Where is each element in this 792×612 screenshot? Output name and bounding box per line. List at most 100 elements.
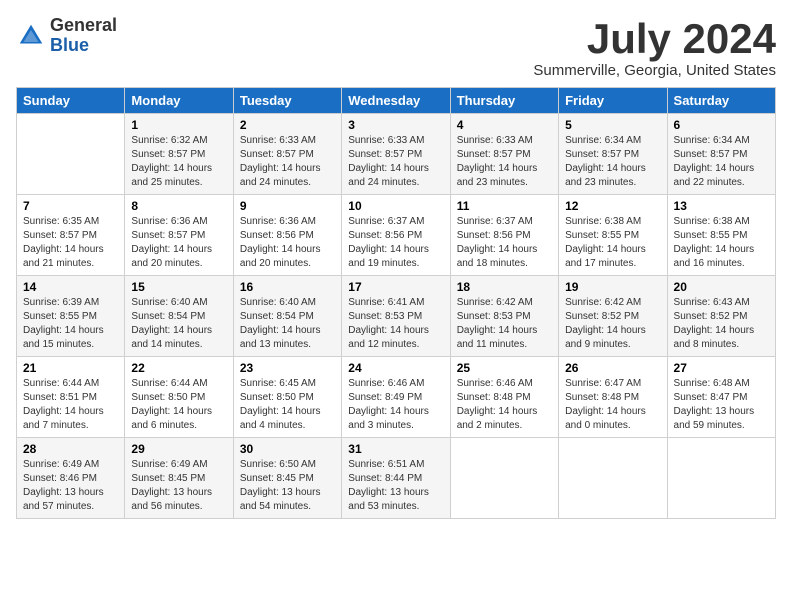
- calendar-cell: 24 Sunrise: 6:46 AM Sunset: 8:49 PM Dayli…: [342, 357, 450, 438]
- day-info: Sunrise: 6:33 AM Sunset: 8:57 PM Dayligh…: [240, 134, 335, 190]
- calendar-cell: 14Sunrise: 6:39 AM Sunset: 8:55 PM Dayli…: [17, 276, 125, 357]
- day-info: Sunrise: 6:33 AM Sunset: 8:57 PM Dayligh…: [348, 134, 443, 190]
- day-number: 22: [131, 361, 226, 375]
- calendar-cell: [667, 438, 775, 519]
- weekday-header: Sunday: [17, 88, 125, 114]
- calendar-cell: 20 Sunrise: 6:43 AM Sunset: 8:52 PM Dayli…: [667, 276, 775, 357]
- calendar-table: SundayMondayTuesdayWednesdayThursdayFrid…: [16, 87, 776, 519]
- calendar-cell: 10 Sunrise: 6:37 AM Sunset: 8:56 PM Dayli…: [342, 195, 450, 276]
- calendar-cell: 28 Sunrise: 6:49 AM Sunset: 8:46 PM Dayli…: [17, 438, 125, 519]
- calendar-cell: 9 Sunrise: 6:36 AM Sunset: 8:56 PM Daylig…: [233, 195, 341, 276]
- day-info: Sunrise: 6:40 AM Sunset: 8:54 PM Dayligh…: [131, 296, 226, 352]
- day-info: Sunrise: 6:46 AM Sunset: 8:49 PM Dayligh…: [348, 377, 443, 433]
- day-number: 17: [348, 280, 443, 294]
- logo-general: General: [50, 15, 117, 35]
- day-number: 24: [348, 361, 443, 375]
- day-info: Sunrise: 6:40 AM Sunset: 8:54 PM Dayligh…: [240, 296, 335, 352]
- day-info: Sunrise: 6:49 AM Sunset: 8:45 PM Dayligh…: [131, 458, 226, 514]
- weekday-header: Wednesday: [342, 88, 450, 114]
- weekday-header: Saturday: [667, 88, 775, 114]
- day-number: 1: [131, 118, 226, 132]
- day-number: 26: [565, 361, 660, 375]
- calendar-cell: 5 Sunrise: 6:34 AM Sunset: 8:57 PM Daylig…: [559, 114, 667, 195]
- day-info: Sunrise: 6:51 AM Sunset: 8:44 PM Dayligh…: [348, 458, 443, 514]
- day-info: Sunrise: 6:41 AM Sunset: 8:53 PM Dayligh…: [348, 296, 443, 352]
- day-info: Sunrise: 6:37 AM Sunset: 8:56 PM Dayligh…: [348, 215, 443, 271]
- calendar-cell: 15 Sunrise: 6:40 AM Sunset: 8:54 PM Dayli…: [125, 276, 233, 357]
- location: Summerville, Georgia, United States: [533, 62, 776, 79]
- day-info: Sunrise: 6:45 AM Sunset: 8:50 PM Dayligh…: [240, 377, 335, 433]
- logo: General Blue: [16, 16, 117, 56]
- day-number: 25: [457, 361, 552, 375]
- day-number: 2: [240, 118, 335, 132]
- day-number: 9: [240, 199, 335, 213]
- calendar-cell: 22 Sunrise: 6:44 AM Sunset: 8:50 PM Dayli…: [125, 357, 233, 438]
- calendar-cell: 16 Sunrise: 6:40 AM Sunset: 8:54 PM Dayli…: [233, 276, 341, 357]
- day-info: Sunrise: 6:39 AM Sunset: 8:55 PM Dayligh…: [23, 296, 118, 352]
- day-number: 18: [457, 280, 552, 294]
- day-number: 27: [674, 361, 769, 375]
- day-info: Sunrise: 6:47 AM Sunset: 8:48 PM Dayligh…: [565, 377, 660, 433]
- day-number: 8: [131, 199, 226, 213]
- calendar-week-row: 1 Sunrise: 6:32 AM Sunset: 8:57 PM Daylig…: [17, 114, 776, 195]
- day-number: 4: [457, 118, 552, 132]
- day-info: Sunrise: 6:32 AM Sunset: 8:57 PM Dayligh…: [131, 134, 226, 190]
- day-number: 16: [240, 280, 335, 294]
- day-info: Sunrise: 6:34 AM Sunset: 8:57 PM Dayligh…: [565, 134, 660, 190]
- day-info: Sunrise: 6:50 AM Sunset: 8:45 PM Dayligh…: [240, 458, 335, 514]
- day-info: Sunrise: 6:38 AM Sunset: 8:55 PM Dayligh…: [565, 215, 660, 271]
- calendar-week-row: 7Sunrise: 6:35 AM Sunset: 8:57 PM Daylig…: [17, 195, 776, 276]
- calendar-cell: 8Sunrise: 6:36 AM Sunset: 8:57 PM Daylig…: [125, 195, 233, 276]
- calendar-cell: 25 Sunrise: 6:46 AM Sunset: 8:48 PM Dayli…: [450, 357, 558, 438]
- weekday-header: Tuesday: [233, 88, 341, 114]
- logo-text: General Blue: [50, 16, 117, 56]
- day-number: 29: [131, 442, 226, 456]
- day-info: Sunrise: 6:49 AM Sunset: 8:46 PM Dayligh…: [23, 458, 118, 514]
- calendar-cell: 26 Sunrise: 6:47 AM Sunset: 8:48 PM Dayli…: [559, 357, 667, 438]
- day-number: 10: [348, 199, 443, 213]
- calendar-cell: 27 Sunrise: 6:48 AM Sunset: 8:47 PM Dayli…: [667, 357, 775, 438]
- calendar-cell: 7Sunrise: 6:35 AM Sunset: 8:57 PM Daylig…: [17, 195, 125, 276]
- day-number: 23: [240, 361, 335, 375]
- day-number: 3: [348, 118, 443, 132]
- day-number: 12: [565, 199, 660, 213]
- day-info: Sunrise: 6:46 AM Sunset: 8:48 PM Dayligh…: [457, 377, 552, 433]
- day-number: 15: [131, 280, 226, 294]
- day-info: Sunrise: 6:44 AM Sunset: 8:50 PM Dayligh…: [131, 377, 226, 433]
- day-number: 11: [457, 199, 552, 213]
- day-info: Sunrise: 6:42 AM Sunset: 8:53 PM Dayligh…: [457, 296, 552, 352]
- calendar-cell: 1 Sunrise: 6:32 AM Sunset: 8:57 PM Daylig…: [125, 114, 233, 195]
- day-number: 13: [674, 199, 769, 213]
- calendar-cell: 17 Sunrise: 6:41 AM Sunset: 8:53 PM Dayli…: [342, 276, 450, 357]
- calendar-week-row: 28 Sunrise: 6:49 AM Sunset: 8:46 PM Dayli…: [17, 438, 776, 519]
- calendar-cell: [17, 114, 125, 195]
- calendar-header-row: SundayMondayTuesdayWednesdayThursdayFrid…: [17, 88, 776, 114]
- day-info: Sunrise: 6:34 AM Sunset: 8:57 PM Dayligh…: [674, 134, 769, 190]
- day-info: Sunrise: 6:33 AM Sunset: 8:57 PM Dayligh…: [457, 134, 552, 190]
- calendar-body: 1 Sunrise: 6:32 AM Sunset: 8:57 PM Daylig…: [17, 114, 776, 519]
- day-number: 20: [674, 280, 769, 294]
- calendar-cell: 13Sunrise: 6:38 AM Sunset: 8:55 PM Dayli…: [667, 195, 775, 276]
- day-info: Sunrise: 6:36 AM Sunset: 8:56 PM Dayligh…: [240, 215, 335, 271]
- page-header: General Blue July 2024 Summerville, Geor…: [16, 16, 776, 79]
- calendar-week-row: 14Sunrise: 6:39 AM Sunset: 8:55 PM Dayli…: [17, 276, 776, 357]
- calendar-cell: 4 Sunrise: 6:33 AM Sunset: 8:57 PM Daylig…: [450, 114, 558, 195]
- calendar-cell: [559, 438, 667, 519]
- calendar-cell: 18 Sunrise: 6:42 AM Sunset: 8:53 PM Dayli…: [450, 276, 558, 357]
- day-number: 28: [23, 442, 118, 456]
- day-number: 5: [565, 118, 660, 132]
- calendar-cell: 3 Sunrise: 6:33 AM Sunset: 8:57 PM Daylig…: [342, 114, 450, 195]
- day-info: Sunrise: 6:43 AM Sunset: 8:52 PM Dayligh…: [674, 296, 769, 352]
- calendar-cell: 2 Sunrise: 6:33 AM Sunset: 8:57 PM Daylig…: [233, 114, 341, 195]
- logo-icon: [16, 21, 46, 51]
- day-info: Sunrise: 6:35 AM Sunset: 8:57 PM Dayligh…: [23, 215, 118, 271]
- day-info: Sunrise: 6:48 AM Sunset: 8:47 PM Dayligh…: [674, 377, 769, 433]
- calendar-cell: 6Sunrise: 6:34 AM Sunset: 8:57 PM Daylig…: [667, 114, 775, 195]
- title-block: July 2024 Summerville, Georgia, United S…: [533, 16, 776, 79]
- month-title: July 2024: [533, 16, 776, 62]
- day-number: 30: [240, 442, 335, 456]
- day-info: Sunrise: 6:44 AM Sunset: 8:51 PM Dayligh…: [23, 377, 118, 433]
- calendar-week-row: 21Sunrise: 6:44 AM Sunset: 8:51 PM Dayli…: [17, 357, 776, 438]
- calendar-cell: 19Sunrise: 6:42 AM Sunset: 8:52 PM Dayli…: [559, 276, 667, 357]
- calendar-cell: 12 Sunrise: 6:38 AM Sunset: 8:55 PM Dayli…: [559, 195, 667, 276]
